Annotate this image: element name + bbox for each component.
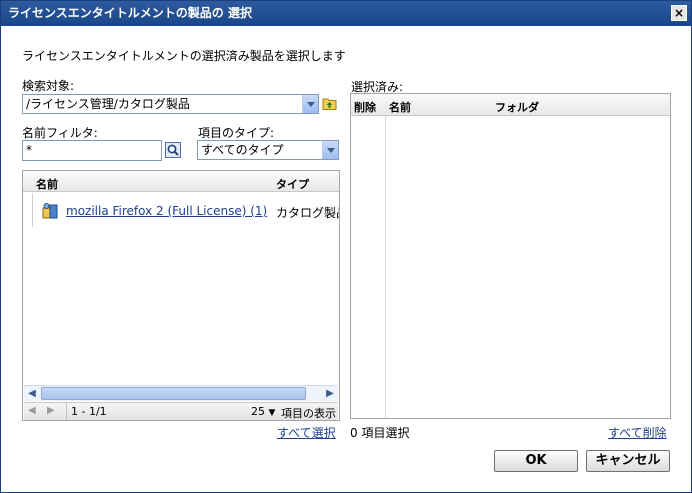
page-range: 1 - 1/1	[71, 405, 107, 418]
table-row[interactable]: mozilla Firefox 2 (Full License) (1) カタロ…	[23, 199, 339, 223]
select-all-link[interactable]: すべて選択	[277, 424, 336, 441]
title-bar: ライセンスエンタイトルメントの製品の 選択	[1, 1, 691, 26]
column-header-name[interactable]: 名前	[36, 176, 58, 192]
catalog-product-icon	[42, 203, 58, 219]
item-type-label: 項目のタイプ:	[198, 126, 275, 140]
scroll-right-icon[interactable]: ▶	[322, 386, 338, 401]
dialog-title: ライセンスエンタイトルメントの製品の 選択	[8, 6, 252, 20]
column-divider	[385, 116, 386, 418]
scroll-thumb[interactable]	[41, 387, 306, 400]
prev-page-icon[interactable]: ◀	[28, 405, 36, 416]
horizontal-scrollbar[interactable]: ◀ ▶	[24, 385, 338, 401]
column-header-name[interactable]: 名前	[389, 99, 411, 115]
name-filter-input[interactable]: *	[22, 140, 162, 161]
item-type-select[interactable]: すべてのタイプ	[197, 140, 339, 160]
dialog: ライセンスエンタイトルメントの製品の 選択 × ライセンスエンタイトルメントの選…	[0, 0, 692, 493]
search-target-label: 検索対象:	[22, 79, 75, 93]
chevron-down-icon: ▼	[268, 408, 276, 418]
next-page-icon[interactable]: ▶	[47, 405, 55, 416]
name-filter-label: 名前フィルタ:	[22, 126, 98, 140]
item-type-value: すべてのタイプ	[201, 143, 284, 157]
page-size-select[interactable]: 25 ▼	[251, 405, 275, 418]
selected-count: 0 項目選択	[350, 426, 410, 440]
search-target-select[interactable]: /ライセンス管理/カタログ製品	[22, 94, 319, 114]
column-header-type[interactable]: タイプ	[276, 176, 309, 192]
chevron-down-icon[interactable]	[302, 95, 318, 113]
product-link[interactable]: mozilla Firefox 2 (Full License) (1)	[66, 204, 267, 218]
folder-up-icon[interactable]	[322, 96, 337, 111]
product-type: カタログ製品	[276, 206, 339, 220]
page-size-label: 項目の表示	[281, 407, 336, 420]
selected-panel: 削除 名前 フォルダ	[350, 93, 671, 419]
scroll-left-icon[interactable]: ◀	[24, 386, 40, 401]
chevron-down-icon[interactable]	[322, 141, 338, 159]
cancel-button[interactable]: キャンセル	[586, 450, 670, 472]
pager: ◀ ▶ 1 - 1/1 25 ▼ 項目の表示	[24, 402, 338, 420]
results-panel: 名前 タイプ mozilla Firefox 2 (Full License) …	[22, 170, 340, 421]
column-header-delete[interactable]: 削除	[354, 99, 376, 115]
ok-button[interactable]: OK	[494, 450, 578, 472]
pager-divider	[66, 403, 67, 420]
search-target-value: /ライセンス管理/カタログ製品	[26, 97, 190, 111]
search-icon[interactable]	[165, 142, 181, 158]
remove-all-link[interactable]: すべて削除	[608, 424, 667, 441]
close-icon[interactable]: ×	[671, 5, 687, 21]
column-header-folder[interactable]: フォルダ	[495, 99, 539, 115]
instruction-text: ライセンスエンタイトルメントの選択済み製品を選択します	[22, 49, 346, 63]
page-size-value: 25	[251, 405, 265, 418]
